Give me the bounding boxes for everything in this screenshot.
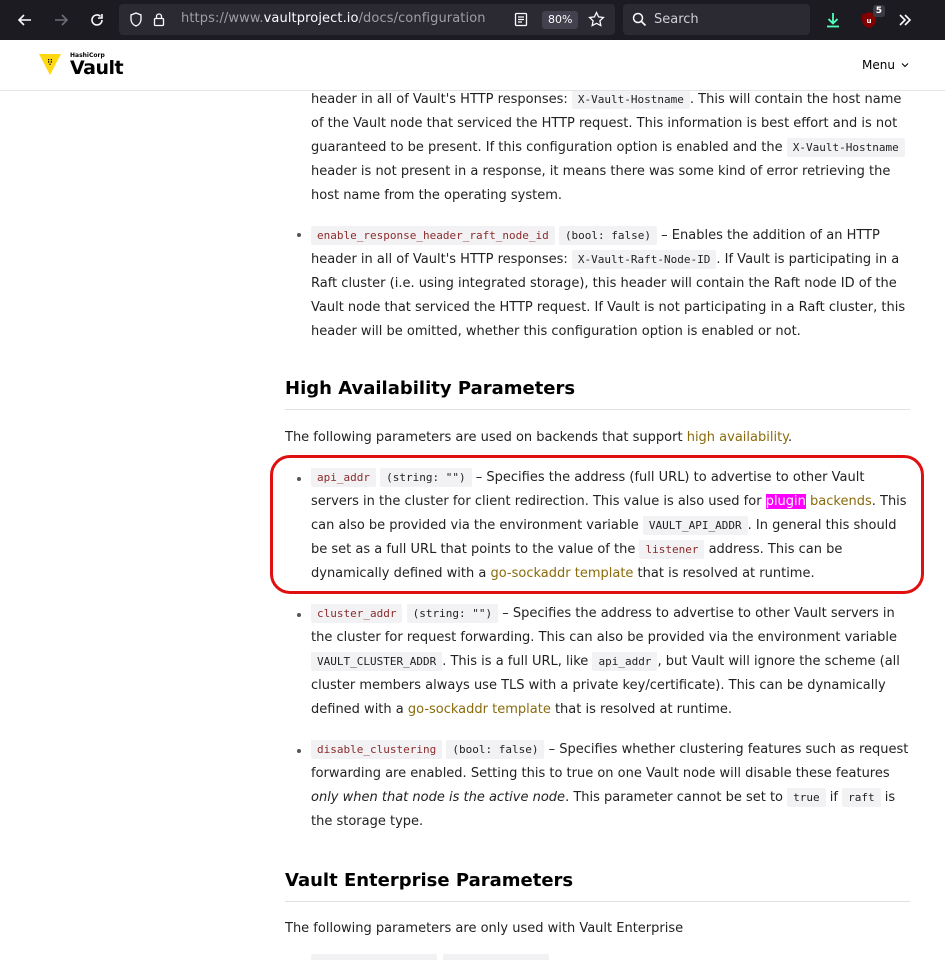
list-bullet [297,233,301,237]
text: . [788,430,793,445]
text: The following parameters are used on bac… [285,430,687,445]
url-text: https://www.vaultproject.io/docs/configu… [181,11,486,26]
param-type-code: (bool: false) [558,226,658,245]
text: if [825,790,843,805]
param-api-addr: api_addr (string: "") – Specifies the ad… [311,466,911,586]
text: header is not present in a response, it … [311,164,891,203]
forward-button[interactable] [49,8,73,32]
param-name-code: api_addr [311,468,376,487]
code-raft: raft [842,788,881,807]
text: that is resolved at runtime. [550,702,733,717]
forward-arrow-icon [55,14,69,26]
code-vault-api-addr: VAULT_API_ADDR [642,516,748,535]
vault-triangle-icon [39,54,61,75]
download-arrow-icon [827,13,839,28]
url-path: /docs/configuration [358,11,486,26]
logo-product-text: Vault [70,57,124,79]
lock-icon[interactable] [153,12,165,31]
search-icon [632,12,647,31]
code-chip-partial [443,954,549,960]
heading-vault-enterprise: Vault Enterprise Parameters [285,870,910,902]
list-bullet [297,477,301,481]
link-go-sockaddr-template[interactable]: go-sockaddr template [408,702,551,717]
param-raft-node-id: enable_response_header_raft_node_id (boo… [311,224,911,344]
ublock-count-badge: 5 [872,5,885,17]
text: . This is a full URL, like [442,654,593,669]
param-name-code: cluster_addr [311,604,403,623]
url-domain: vaultproject.io [263,11,359,26]
search-bar[interactable]: Search [623,4,810,35]
url-prefix: https://www. [181,11,264,26]
chevron-down-icon [901,63,909,68]
param-name-code: disable_clustering [311,740,443,759]
back-button[interactable] [13,8,37,32]
text: backends [805,494,872,509]
param-hostname-description: header in all of Vault's HTTP responses:… [311,91,911,208]
reload-button[interactable] [85,8,109,32]
emphasis-text: only when that node is the active node [311,790,566,805]
reader-view-icon[interactable] [514,12,528,31]
heading-high-availability: High Availability Parameters [285,378,910,410]
site-header: HashiCorp Vault Menu [0,40,945,91]
text: that is resolved at runtime. [633,566,815,581]
link-high-availability[interactable]: high availability [687,430,788,445]
enterprise-intro: The following parameters are only used w… [285,921,684,936]
chevron-double-right-icon [899,14,912,26]
overflow-menu-button[interactable] [893,8,917,32]
bookmark-star-icon[interactable] [588,10,605,32]
docs-content: header in all of Vault's HTTP responses:… [0,91,945,960]
code-api-addr: api_addr [592,652,658,671]
vault-logo[interactable]: HashiCorp Vault [38,52,124,79]
ha-intro: The following parameters are used on bac… [285,426,792,450]
menu-label: Menu [862,58,895,72]
code-x-vault-hostname: X-Vault-Hostname [786,138,905,157]
code-x-vault-hostname: X-Vault-Hostname [571,91,690,109]
list-bullet [297,613,301,617]
search-highlight: plugin [765,494,806,509]
link-go-sockaddr-template[interactable]: go-sockaddr template [490,566,633,581]
code-listener: listener [639,540,705,559]
list-bullet [297,749,301,753]
ublock-extension-button[interactable]: u 5 [857,5,885,32]
svg-text:u: u [867,17,872,25]
link-plugin-backends[interactable]: plugin backends [765,494,872,509]
zoom-level-badge[interactable]: 80% [542,11,579,29]
text: . This parameter cannot be set to [565,790,788,805]
code-raft-node-header: X-Vault-Raft-Node-ID [571,250,717,269]
param-type-code: (bool: false) [446,740,545,759]
address-bar[interactable]: https://www.vaultproject.io/docs/configu… [119,4,615,35]
menu-button[interactable]: Menu [862,58,909,72]
browser-toolbar: https://www.vaultproject.io/docs/configu… [0,0,945,40]
search-placeholder: Search [654,12,699,27]
param-name-code: enable_response_header_raft_node_id [311,226,555,245]
text: header in all of Vault's HTTP responses: [311,92,572,107]
tracking-protection-shield-icon[interactable] [129,12,143,31]
reload-icon [91,14,103,26]
code-chip-partial [311,954,437,960]
param-cluster-addr: cluster_addr (string: "") – Specifies th… [311,602,911,722]
param-disable-clustering: disable_clustering (bool: false) – Speci… [311,738,911,834]
param-type-code: (string: "") [406,604,499,623]
param-type-code: (string: "") [380,468,472,487]
code-true: true [787,788,826,807]
code-vault-cluster-addr: VAULT_CLUSTER_ADDR [311,652,443,671]
downloads-button[interactable] [821,8,845,32]
back-arrow-icon [17,14,31,26]
